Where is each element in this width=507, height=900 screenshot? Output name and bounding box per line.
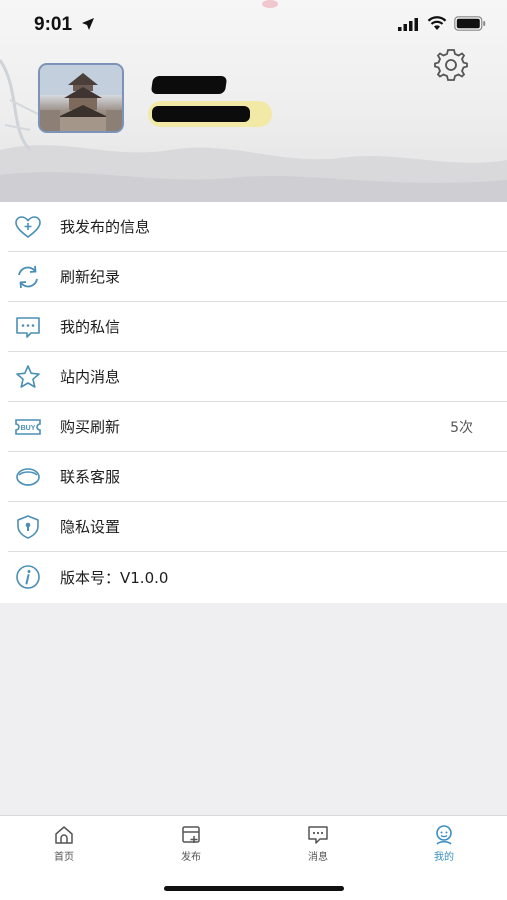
svg-text:BUY: BUY	[21, 425, 36, 432]
chat-bubble-icon	[16, 317, 40, 338]
version-label: 版本号：V1.0.0	[60, 568, 169, 587]
home-indicator	[164, 886, 344, 891]
menu-item-private-messages[interactable]: 我的私信	[8, 302, 507, 352]
status-bar: 9:01	[0, 0, 507, 48]
profile-icon	[436, 825, 452, 845]
info-icon	[16, 565, 40, 589]
menu-item-privacy-settings[interactable]: 隐私设置	[8, 502, 507, 552]
username-redacted	[150, 74, 228, 96]
menu-item-version: 版本号：V1.0.0	[8, 552, 507, 602]
status-time: 9:01	[34, 14, 73, 35]
refresh-icon	[18, 265, 38, 289]
menu-item-contact-support[interactable]: 联系客服	[8, 452, 507, 502]
cellular-signal-icon	[398, 18, 418, 31]
settings-menu: 我发布的信息 刷新纪录 我的私信 站内消息 BUY 购买刷新 5次 联系客服 隐…	[0, 202, 507, 603]
menu-item-label: 隐私设置	[60, 518, 121, 536]
menu-item-label: 刷新纪录	[60, 268, 121, 286]
wifi-icon	[427, 16, 447, 30]
menu-item-site-messages[interactable]: 站内消息	[8, 352, 507, 402]
phone-redaction-mark	[152, 106, 250, 122]
tab-home[interactable]: 首页	[34, 824, 94, 868]
menu-item-label: 站内消息	[60, 368, 121, 386]
avatar-photo	[40, 65, 122, 131]
shield-lock-icon	[17, 515, 39, 539]
tab-label: 我的	[434, 852, 454, 863]
tab-mine[interactable]: 我的	[414, 824, 474, 868]
avatar[interactable]	[38, 63, 124, 133]
message-icon	[308, 826, 328, 844]
tab-publish[interactable]: 发布	[161, 824, 221, 868]
menu-item-buy-refresh[interactable]: BUY 购买刷新 5次	[8, 402, 507, 452]
refresh-count-value: 5次	[450, 419, 473, 436]
home-icon	[55, 826, 73, 844]
buy-ticket-icon: BUY	[15, 419, 41, 435]
menu-item-refresh-history[interactable]: 刷新纪录	[8, 252, 507, 302]
menu-item-label: 我发布的信息	[60, 218, 151, 236]
profile-header: 9:01	[0, 0, 507, 202]
publish-icon	[182, 826, 200, 843]
tab-label: 发布	[181, 852, 201, 863]
menu-item-label: 购买刷新	[60, 418, 121, 436]
heart-plus-icon	[15, 216, 41, 239]
star-icon	[16, 365, 40, 388]
tab-label: 消息	[308, 852, 328, 863]
menu-item-label: 联系客服	[60, 468, 121, 486]
tab-label: 首页	[54, 852, 74, 863]
menu-item-label: 我的私信	[60, 318, 121, 336]
menu-item-my-posts[interactable]: 我发布的信息	[8, 202, 507, 252]
location-arrow-icon	[82, 18, 94, 30]
tab-messages[interactable]: 消息	[288, 824, 348, 868]
username-redaction-mark	[150, 76, 228, 94]
phone-number-pill	[148, 101, 272, 127]
settings-gear-icon[interactable]	[433, 46, 469, 82]
support-icon	[16, 468, 40, 486]
battery-icon	[454, 16, 486, 31]
